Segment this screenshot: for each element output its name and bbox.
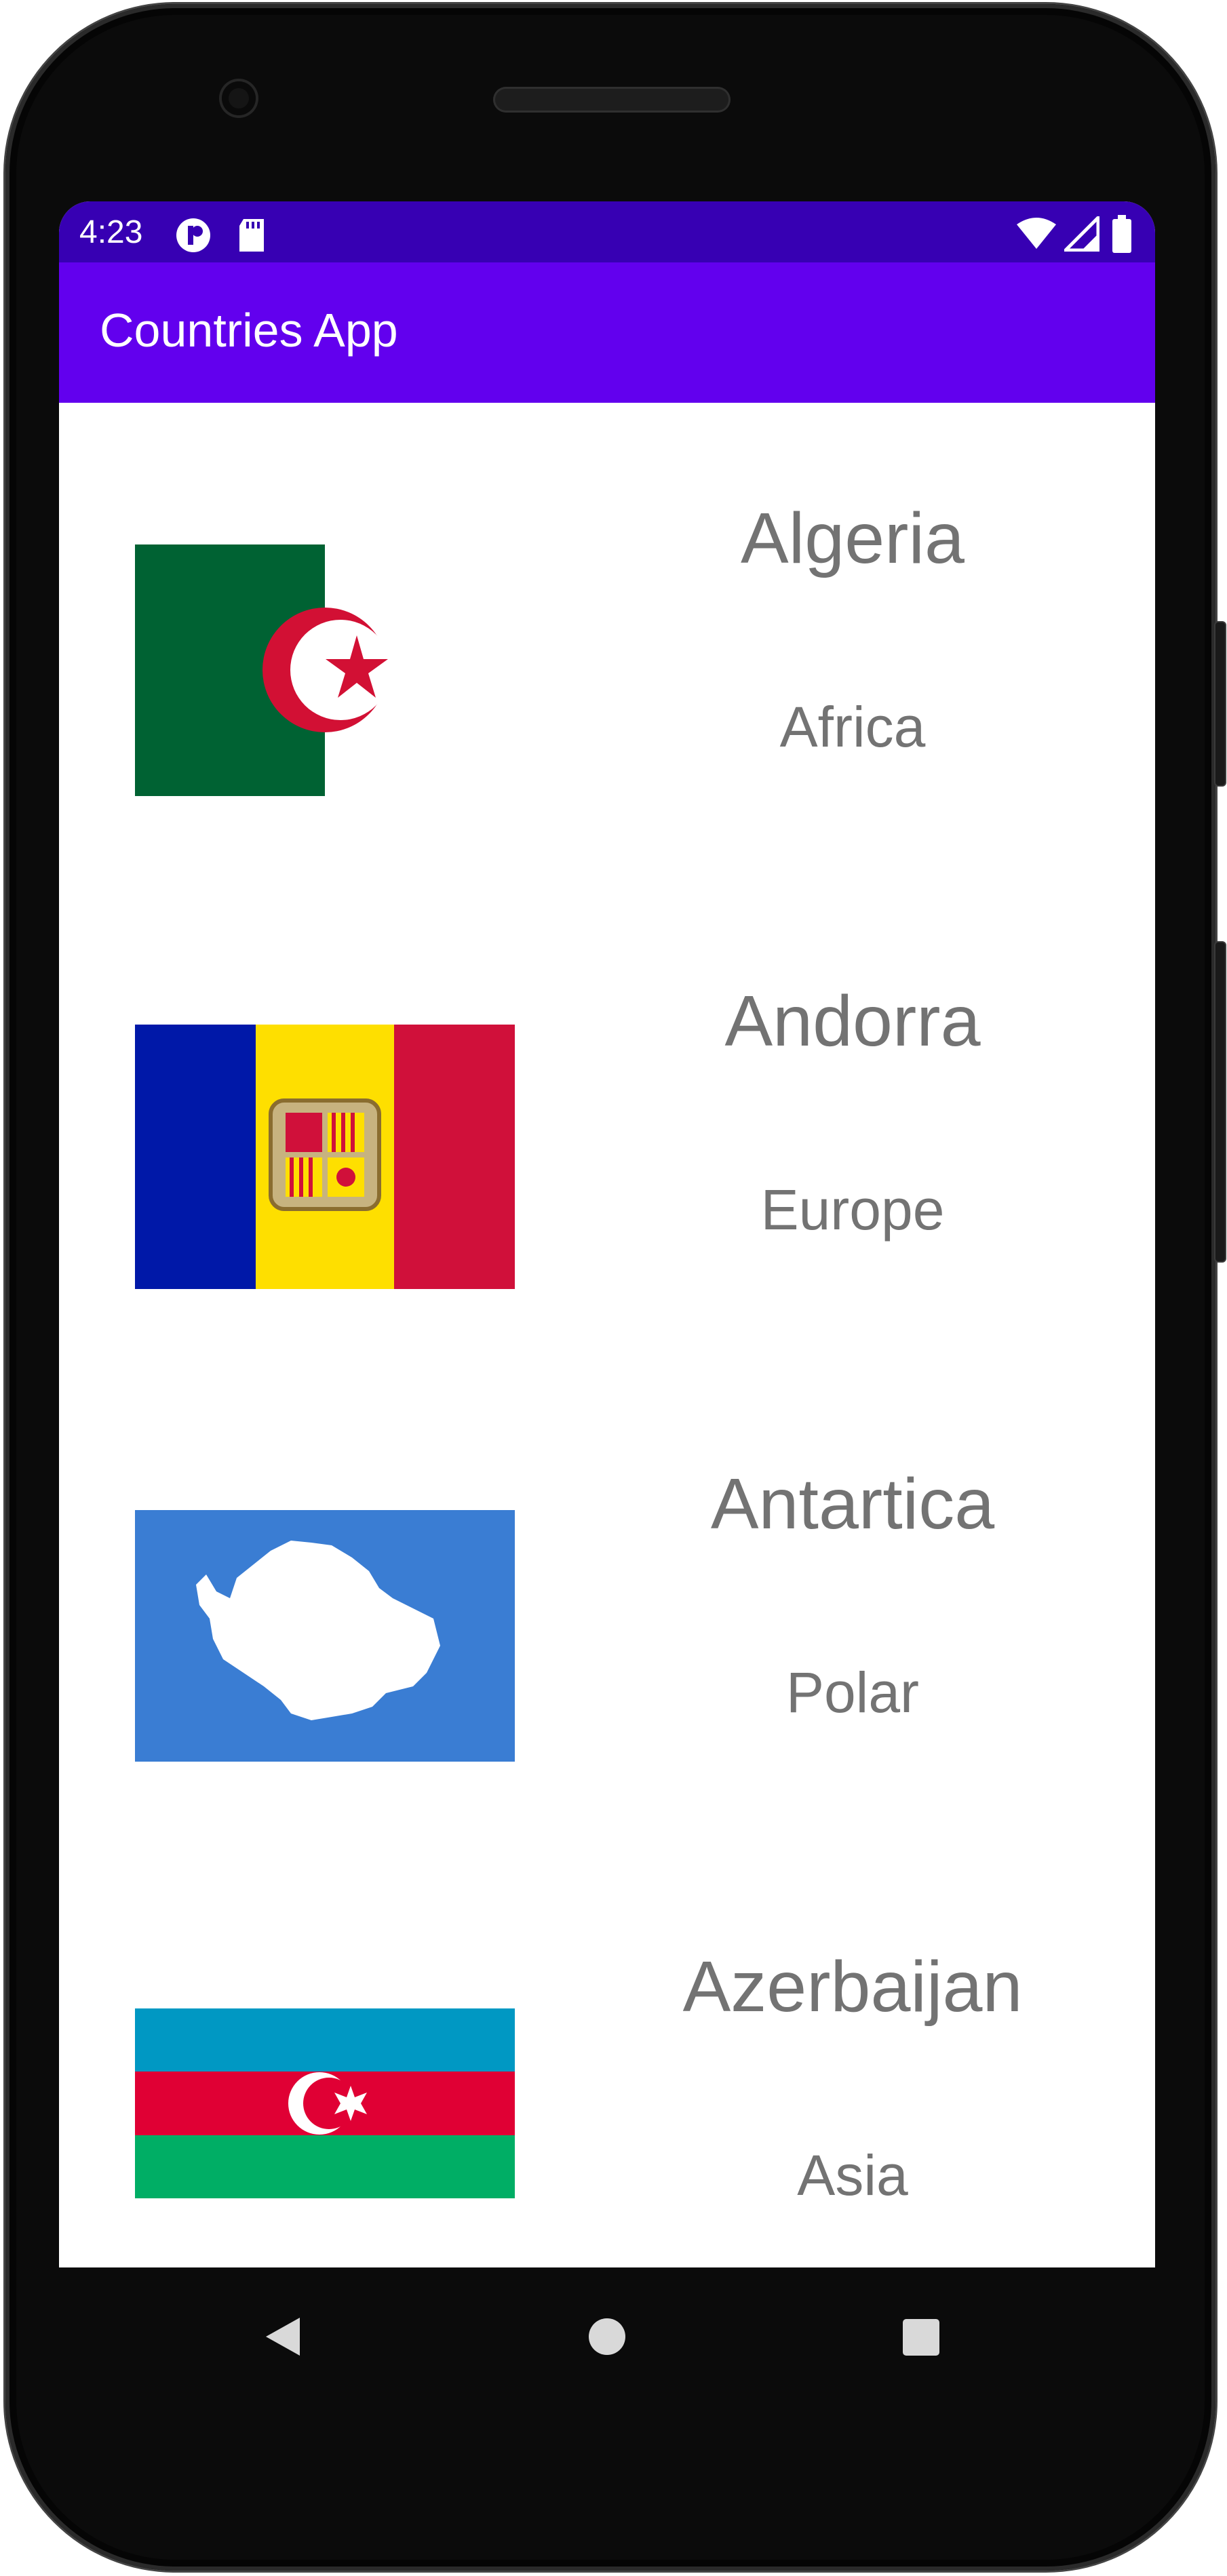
continent-name: Polar	[785, 1661, 920, 1724]
notification-icon	[174, 216, 212, 262]
app-bar: Countries App	[59, 262, 1155, 403]
country-list[interactable]: Algeria Africa Andorra Europe Antartica …	[59, 403, 1155, 2267]
list-item[interactable]: Azerbaijan Asia	[59, 1851, 1155, 2267]
country-name: Azerbaijan	[682, 1947, 1023, 2027]
status-time: 4:23	[79, 214, 143, 250]
sd-card-icon	[237, 218, 267, 261]
country-name: Andorra	[724, 981, 981, 1061]
volume-button	[1215, 943, 1225, 1261]
back-icon[interactable]	[262, 2315, 303, 2362]
status-bar: 4:23	[59, 201, 1155, 262]
cellular-signal-icon	[1061, 213, 1100, 260]
front-camera	[222, 81, 256, 115]
screen: 4:23 Countries App Algeria Africa Andorr…	[59, 201, 1155, 2267]
home-icon[interactable]	[588, 2318, 626, 2359]
list-item[interactable]: Antartica Polar	[59, 1368, 1155, 1816]
country-name: Antartica	[710, 1464, 995, 1544]
country-name: Algeria	[741, 498, 965, 578]
algeria-flag-icon	[135, 544, 515, 796]
power-button	[1215, 622, 1225, 785]
andorra-flag-icon	[135, 1025, 515, 1289]
continent-name: Africa	[779, 695, 926, 759]
continent-name: Europe	[760, 1178, 945, 1242]
list-item[interactable]: Algeria Africa	[59, 403, 1155, 850]
list-item[interactable]: Andorra Europe	[59, 886, 1155, 1333]
continent-name: Asia	[797, 2143, 908, 2207]
navigation-bar	[59, 2267, 1155, 2403]
earpiece-speaker	[493, 87, 731, 113]
battery-icon	[1112, 215, 1132, 261]
app-title: Countries App	[100, 304, 398, 357]
recents-icon[interactable]	[901, 2318, 941, 2360]
antarctica-flag-icon	[135, 1510, 515, 1762]
azerbaijan-flag-icon	[135, 2008, 515, 2198]
wifi-icon	[1015, 216, 1057, 258]
